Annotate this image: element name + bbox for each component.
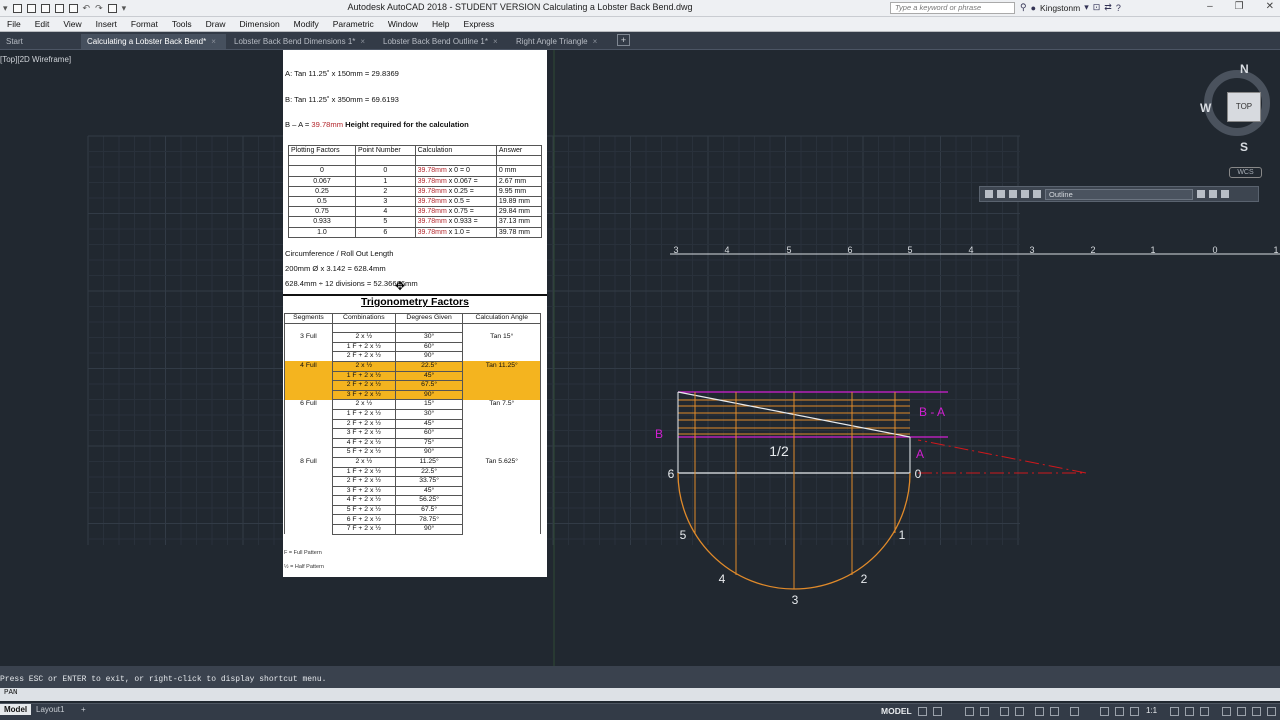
lobster-back-drawing: 3 4 5 6 5 4 3 2 1 0 1 B B - A A 1/2 6 0 5 4 3 2 1 [655,245,1280,607]
lock-icon[interactable] [1021,190,1029,198]
snap-icon[interactable] [933,707,942,716]
workspace-gear-icon[interactable] [1170,707,1179,716]
label-a: A [916,447,924,461]
point-label: 6 [668,467,675,481]
viewcube-top-face[interactable]: TOP [1227,92,1261,122]
point-label: 2 [861,572,868,586]
layout-tab-model[interactable]: Model [0,704,32,715]
ruler-label: 3 [673,245,678,255]
annotation-visibility-icon[interactable] [1100,707,1109,716]
ortho-icon[interactable] [965,707,974,716]
layout-tab-layout1[interactable]: Layout1 [32,704,68,715]
selection-cycling-icon[interactable] [1070,707,1079,716]
ruler-label: 0 [1212,245,1217,255]
command-prompt[interactable]: PAN [4,689,18,697]
centre-line [917,439,1087,474]
point-label: 0 [915,467,922,481]
layer-color-icon[interactable] [1033,190,1041,198]
autocad-window: ▾ ↶ ↷ ▾ Autodesk AutoCAD 2018 - STUDENT … [0,0,1280,720]
ruler-label: 5 [907,245,912,255]
command-line[interactable] [0,688,1280,701]
annotation-scale[interactable]: 1:1 [1146,706,1157,715]
units-icon[interactable] [1200,707,1209,716]
isodraft-icon[interactable] [1000,707,1009,716]
clean-screen-icon[interactable] [1252,707,1261,716]
point-label: 4 [719,572,726,586]
annotation-scale-icon[interactable] [1130,707,1139,716]
add-layout-button[interactable]: + [77,704,90,715]
point-label: 3 [792,593,799,607]
ruler-label: 6 [847,245,852,255]
lineweight-icon[interactable] [1035,707,1044,716]
compass-west[interactable]: W [1200,101,1211,115]
ruler-label: 4 [724,245,729,255]
transparency-icon[interactable] [1050,707,1059,716]
annotation-monitor-icon[interactable] [1185,707,1194,716]
layer-dropdown[interactable]: Outline [1045,188,1193,200]
osnap-icon[interactable] [1015,707,1024,716]
point-label: 5 [680,528,687,542]
grid-icon[interactable] [918,707,927,716]
auto-scale-icon[interactable] [1115,707,1124,716]
ruler-label: 1 [1150,245,1155,255]
polar-icon[interactable] [980,707,989,716]
label-b-minus-a: B - A [919,405,945,419]
layer-properties-icon[interactable] [985,190,993,198]
previous-layer-icon[interactable] [1221,190,1229,198]
viewcube[interactable]: N S W TOP [1196,62,1280,154]
sun-icon[interactable] [1009,190,1017,198]
isolate-objects-icon[interactable] [1222,707,1231,716]
command-message: Press ESC or ENTER to exit, or right-cli… [0,675,327,684]
ruler-label: 3 [1029,245,1034,255]
lightbulb-icon[interactable] [997,190,1005,198]
label-half: 1/2 [769,443,789,459]
customization-icon[interactable] [1267,707,1276,716]
point-label: 1 [899,528,906,542]
match-layer-icon[interactable] [1209,190,1217,198]
compass-north[interactable]: N [1240,62,1249,76]
ruler-label: 5 [786,245,791,255]
graphics-performance-icon[interactable] [1237,707,1246,716]
ruler-label: 4 [968,245,973,255]
compass-south[interactable]: S [1240,140,1248,154]
wcs-menu[interactable]: WCS [1229,167,1262,178]
model-space-toggle[interactable]: MODEL [881,706,912,716]
status-bar [0,703,1280,720]
ruler-label: 1 [1273,245,1278,255]
make-current-icon[interactable] [1197,190,1205,198]
label-b: B [655,427,663,441]
ruler-label: 2 [1090,245,1095,255]
layer-toolbar: Outline [979,186,1259,202]
